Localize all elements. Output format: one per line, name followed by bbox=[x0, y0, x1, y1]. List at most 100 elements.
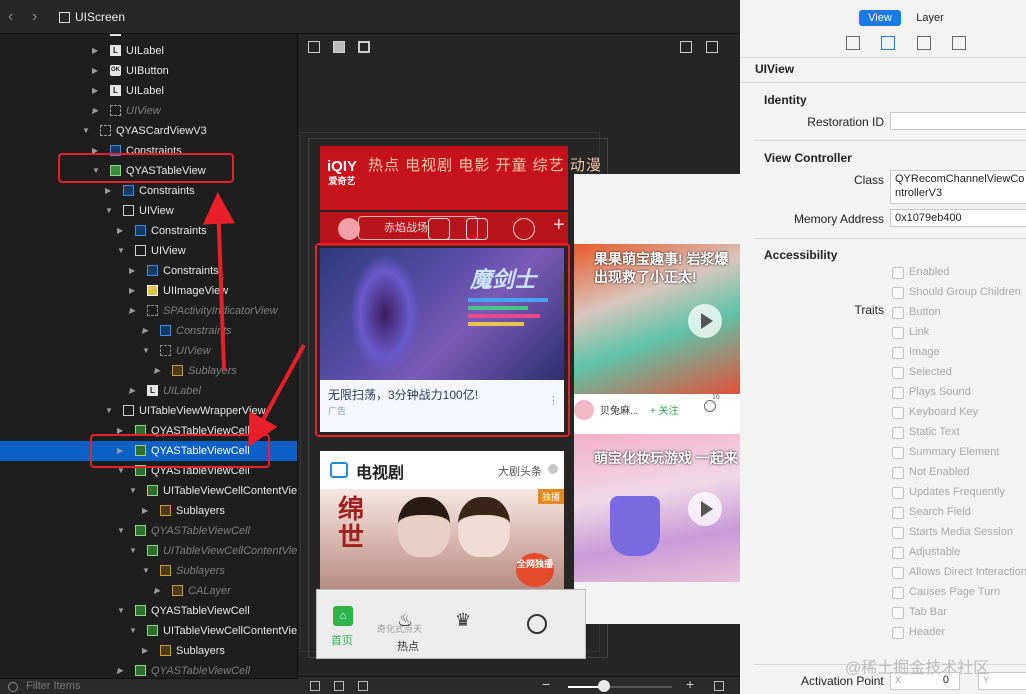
disclosure-open-icon[interactable]: ▼ bbox=[117, 601, 125, 621]
disclosure-closed-icon[interactable]: ▶ bbox=[105, 181, 111, 201]
size-inspector-icon[interactable] bbox=[952, 36, 966, 50]
mic-icon[interactable] bbox=[428, 218, 450, 240]
disclosure-open-icon[interactable]: ▼ bbox=[142, 341, 150, 361]
tree-row[interactable]: ▼ UITableViewCellContentView bbox=[0, 621, 297, 641]
tree-row[interactable]: ▼ UITableViewCellContentView bbox=[0, 481, 297, 501]
add-icon[interactable]: + bbox=[553, 214, 565, 237]
trait-checkbox[interactable] bbox=[892, 587, 904, 599]
zoom-actual-icon[interactable] bbox=[334, 681, 344, 691]
tree-row[interactable]: ▶ Sublayers bbox=[0, 361, 297, 381]
disclosure-open-icon[interactable]: ▼ bbox=[129, 541, 137, 561]
trait-checkbox[interactable] bbox=[892, 547, 904, 559]
trait-checkbox[interactable] bbox=[892, 627, 904, 639]
disclosure-closed-icon[interactable]: ▶ bbox=[129, 281, 135, 301]
play-icon[interactable] bbox=[688, 304, 722, 338]
disclosure-closed-icon[interactable]: ▶ bbox=[142, 501, 148, 521]
trait-checkbox[interactable] bbox=[892, 347, 904, 359]
disclosure-open-icon[interactable]: ▼ bbox=[117, 241, 125, 261]
tree-row[interactable]: ▶ L UILabel bbox=[0, 381, 297, 401]
disclosure-closed-icon[interactable]: ▶ bbox=[92, 101, 98, 121]
disclosure-closed-icon[interactable]: ▶ bbox=[129, 381, 135, 401]
object-inspector-icon[interactable] bbox=[881, 36, 895, 50]
profile-icon[interactable] bbox=[527, 614, 547, 634]
search-input[interactable]: 赤焰战场 bbox=[358, 216, 478, 240]
disclosure-closed-icon[interactable]: ▶ bbox=[154, 581, 160, 601]
file-inspector-icon[interactable] bbox=[846, 36, 860, 50]
crown-icon[interactable]: ♛ bbox=[455, 610, 471, 631]
chevron-right-icon[interactable] bbox=[548, 464, 558, 474]
disclosure-closed-icon[interactable]: ▶ bbox=[142, 321, 148, 341]
tree-row[interactable]: ▼ QYASCardViewV3 bbox=[0, 121, 297, 141]
author-name[interactable]: 贝兔麻... bbox=[600, 402, 638, 417]
tree-row[interactable]: ▼ UIView bbox=[0, 341, 297, 361]
tree-row[interactable]: ▶ OK UIButton bbox=[0, 61, 297, 81]
tree-row[interactable]: ▶ L UILabel bbox=[0, 41, 297, 61]
tree-row[interactable]: ▶ Sublayers bbox=[0, 501, 297, 521]
tree-row[interactable]: ▼ QYASTableViewCell bbox=[0, 521, 297, 541]
disclosure-open-icon[interactable]: ▼ bbox=[142, 561, 150, 581]
disclosure-closed-icon[interactable]: ▶ bbox=[92, 41, 98, 61]
lock-icon[interactable] bbox=[714, 681, 724, 691]
trait-checkbox[interactable] bbox=[892, 407, 904, 419]
tree-row[interactable]: ▼ UIView bbox=[0, 201, 297, 221]
tree-row[interactable]: ▶ UIImageView bbox=[0, 281, 297, 301]
forward-arrow-icon[interactable]: › bbox=[32, 8, 37, 26]
disclosure-open-icon[interactable]: ▼ bbox=[105, 401, 113, 421]
trait-checkbox[interactable] bbox=[892, 367, 904, 379]
play-icon[interactable] bbox=[688, 492, 722, 526]
disclosure-closed-icon[interactable]: ▶ bbox=[129, 261, 135, 281]
zoom-fit-icon[interactable] bbox=[310, 681, 320, 691]
tree-row[interactable]: ▼ Sublayers bbox=[0, 561, 297, 581]
tree-row[interactable]: ▶ Constraints bbox=[0, 181, 297, 201]
search-icon[interactable] bbox=[466, 218, 488, 240]
tab-hot[interactable]: 热点 bbox=[397, 638, 419, 654]
zoom-slider-knob[interactable] bbox=[598, 680, 610, 692]
tree-row[interactable]: ▶ Constraints bbox=[0, 261, 297, 281]
follow-button[interactable]: + 关注 bbox=[650, 402, 679, 417]
drama-poster[interactable]: 绵世 独播 全网独播 bbox=[320, 489, 564, 589]
tree-row[interactable]: ▶ SPActivityIndicatorView bbox=[0, 301, 297, 321]
comment-icon[interactable] bbox=[704, 400, 716, 412]
minus-icon[interactable]: − bbox=[542, 676, 550, 692]
disclosure-closed-icon[interactable]: ▶ bbox=[117, 221, 123, 241]
restoration-id-field[interactable] bbox=[890, 112, 1026, 130]
video-card-1[interactable]: 果果萌宝趣事! 岩浆爆出现救了小正太! bbox=[574, 244, 740, 394]
author-avatar[interactable] bbox=[574, 400, 594, 420]
tree-row[interactable]: ▼ QYASTableViewCell bbox=[0, 601, 297, 621]
disclosure-closed-icon[interactable]: ▶ bbox=[142, 641, 148, 661]
disclosure-open-icon[interactable]: ▼ bbox=[117, 521, 125, 541]
tree-row[interactable]: ▼ UIView bbox=[0, 241, 297, 261]
video-card-2[interactable]: 萌宝化妆玩游戏 一起来 bbox=[574, 434, 740, 582]
disclosure-open-icon[interactable]: ▼ bbox=[129, 481, 137, 501]
memory-address-field[interactable]: 0x1079eb400 bbox=[890, 209, 1026, 227]
disclosure-closed-icon[interactable]: ▶ bbox=[129, 301, 135, 321]
trait-checkbox[interactable] bbox=[892, 487, 904, 499]
home-icon[interactable]: ⌂ bbox=[333, 606, 353, 626]
disclosure-closed-icon[interactable]: ▶ bbox=[92, 61, 98, 81]
tree-row[interactable]: ▶ Constraints bbox=[0, 321, 297, 341]
trait-checkbox[interactable] bbox=[892, 447, 904, 459]
tree-row[interactable]: ▶ L UILabel bbox=[0, 81, 297, 101]
trait-checkbox[interactable] bbox=[892, 567, 904, 579]
tree-row[interactable]: ▶ Sublayers bbox=[0, 641, 297, 661]
tab-home[interactable]: 首页 bbox=[331, 632, 353, 648]
back-arrow-icon[interactable]: ‹ bbox=[8, 8, 13, 26]
tree-row[interactable]: ▶ Constraints bbox=[0, 221, 297, 241]
disclosure-open-icon[interactable]: ▼ bbox=[105, 201, 113, 221]
tree-row[interactable]: ▶ UIView bbox=[0, 101, 297, 121]
trait-checkbox[interactable] bbox=[892, 527, 904, 539]
trait-checkbox[interactable] bbox=[892, 467, 904, 479]
zoom-in-icon[interactable] bbox=[358, 681, 368, 691]
attributes-icon[interactable] bbox=[917, 36, 931, 50]
user-avatar[interactable] bbox=[338, 218, 360, 240]
disclosure-closed-icon[interactable]: ▶ bbox=[92, 81, 98, 101]
tree-row[interactable]: ▼ UITableViewCellContentView bbox=[0, 541, 297, 561]
trait-checkbox[interactable] bbox=[892, 307, 904, 319]
history-icon[interactable] bbox=[513, 218, 535, 240]
plus-icon[interactable]: + bbox=[686, 676, 694, 692]
tree-row[interactable]: ▶ CALayer bbox=[0, 581, 297, 601]
section-link[interactable]: 大剧头条 bbox=[498, 463, 542, 479]
trait-checkbox[interactable] bbox=[892, 267, 904, 279]
tree-row[interactable]: ▼ UITableViewWrapperView bbox=[0, 401, 297, 421]
channel-tabs[interactable]: 热点 电视剧 电影 开童 综艺 动漫 bbox=[368, 154, 602, 175]
